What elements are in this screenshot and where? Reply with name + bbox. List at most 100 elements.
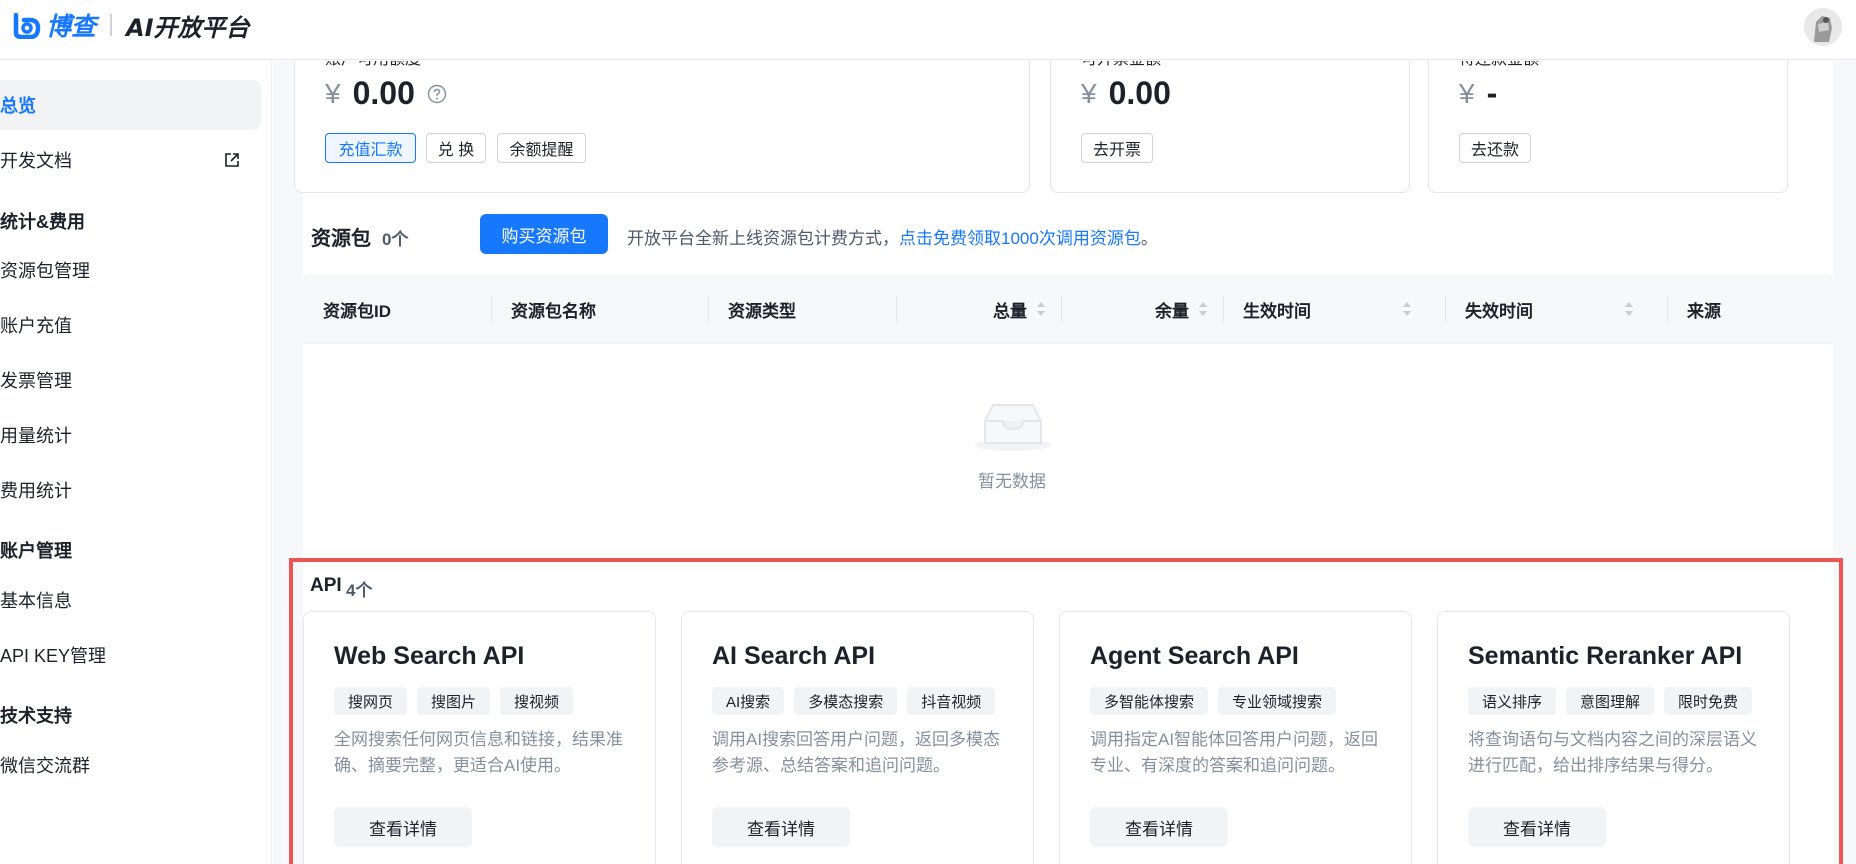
external-link-icon xyxy=(225,153,239,167)
api-tag: 抖音视频 xyxy=(907,687,996,715)
column-header-effective-time[interactable]: 生效时间 xyxy=(1243,274,1413,344)
sidebar-item-basic-info[interactable]: 基本信息 xyxy=(0,575,261,625)
resource-notice-end: 。 xyxy=(1140,229,1158,248)
view-details-button[interactable]: 查看详情 xyxy=(1090,807,1228,847)
api-tag: 意图理解 xyxy=(1566,687,1655,715)
redeem-button[interactable]: 兑 换 xyxy=(426,133,486,163)
api-card-tags: 语义排序 意图理解 限时免费 xyxy=(1468,687,1753,715)
repay-amount-card: 待还款金额 ¥ - 去还款 xyxy=(1428,61,1788,193)
resource-notice: 开放平台全新上线资源包计费方式，点击免费领取1000次调用资源包。 xyxy=(627,224,1158,249)
api-tag: 搜视频 xyxy=(500,687,574,715)
top-header: 博查 AI开放平台 xyxy=(0,0,1856,60)
api-card-tags: 多智能体搜索 专业领域搜索 xyxy=(1090,687,1337,715)
available-balance-label: 账户可用额度 xyxy=(325,61,421,69)
api-tag: 专业领域搜索 xyxy=(1218,687,1337,715)
resource-section-title: 资源包 xyxy=(311,228,371,250)
sidebar-item-overview[interactable]: 总览 xyxy=(0,80,261,130)
sidebar-item-recharge[interactable]: 账户充值 xyxy=(0,300,261,350)
column-divider xyxy=(1667,296,1668,322)
column-divider xyxy=(896,296,897,322)
sidebar-item-label: 发票管理 xyxy=(0,371,72,391)
help-icon[interactable] xyxy=(427,84,447,104)
column-header-expiry-time[interactable]: 失效时间 xyxy=(1465,274,1635,344)
api-card-agent-search[interactable]: Agent Search API 多智能体搜索 专业领域搜索 调用指定AI智能体… xyxy=(1059,611,1412,864)
view-details-button[interactable]: 查看详情 xyxy=(1468,807,1606,847)
sidebar-item-label: 微信交流群 xyxy=(0,756,90,776)
sidebar-item-usage-stats[interactable]: 用量统计 xyxy=(0,410,261,460)
repay-button[interactable]: 去还款 xyxy=(1459,133,1531,163)
empty-inbox-icon xyxy=(975,404,1051,451)
column-header-effective-label: 生效时间 xyxy=(1243,301,1311,321)
logo-divider xyxy=(110,14,113,36)
sidebar-group-account: 账户管理 xyxy=(0,541,72,561)
main-area: 账户可用额度 ¥ 0.00 充值汇款 兑 换 余额提醒 可开票金额 ¥ 0.00… xyxy=(273,61,1856,864)
sidebar-item-label: 用量统计 xyxy=(0,426,72,446)
api-card-title: AI Search API xyxy=(712,642,876,670)
column-divider xyxy=(1061,296,1062,322)
api-card-web-search[interactable]: Web Search API 搜网页 搜图片 搜视频 全网搜索任何网页信息和链接… xyxy=(303,611,656,864)
repay-amount-value: - xyxy=(1486,75,1498,111)
sidebar-item-label: 费用统计 xyxy=(0,481,72,501)
buy-resource-button[interactable]: 购买资源包 xyxy=(480,214,608,254)
api-card-tags: 搜网页 搜图片 搜视频 xyxy=(334,687,574,715)
column-divider xyxy=(1223,296,1224,322)
api-card-description: 将查询语句与文档内容之间的深层语义进行匹配，给出排序结果与得分。 xyxy=(1468,730,1757,775)
repay-amount-label: 待还款金额 xyxy=(1459,61,1539,69)
api-card-semantic-reranker[interactable]: Semantic Reranker API 语义排序 意图理解 限时免费 将查询… xyxy=(1437,611,1790,864)
recharge-button[interactable]: 充值汇款 xyxy=(325,133,416,163)
resource-table-header: 资源包ID 资源包名称 资源类型 总量 余量 生效时间 失效时间 来源 xyxy=(303,274,1833,344)
column-header-source: 来源 xyxy=(1687,301,1721,321)
available-balance-value: 0.00 xyxy=(352,75,415,111)
column-header-remaining[interactable]: 余量 xyxy=(1155,274,1209,344)
user-avatar-icon[interactable] xyxy=(1804,8,1842,46)
invoice-amount-label: 可开票金额 xyxy=(1081,61,1161,69)
column-header-total-label: 总量 xyxy=(993,301,1027,321)
api-tag: 搜网页 xyxy=(334,687,408,715)
api-tag: 多智能体搜索 xyxy=(1090,687,1209,715)
sort-icon xyxy=(1625,302,1633,316)
column-divider xyxy=(708,296,709,322)
currency-symbol: ¥ xyxy=(325,77,341,109)
column-divider xyxy=(1445,296,1446,322)
sidebar: 总览 开发文档 统计&费用 资源包管理 账户充值 发票管理 用量统计 费用统计 … xyxy=(0,60,272,864)
balance-alert-button[interactable]: 余额提醒 xyxy=(497,133,586,163)
column-header-total[interactable]: 总量 xyxy=(993,274,1047,344)
api-card-title: Agent Search API xyxy=(1090,642,1299,670)
sidebar-item-resource-mgmt[interactable]: 资源包管理 xyxy=(0,245,261,295)
avatar-image-icon xyxy=(1804,8,1842,46)
sidebar-item-label: 开发文档 xyxy=(0,151,72,171)
api-tag: AI搜索 xyxy=(712,687,785,715)
free-resource-link[interactable]: 点击免费领取1000次调用资源包 xyxy=(899,229,1141,248)
brand-logo[interactable]: 博查 AI开放平台 xyxy=(10,10,250,42)
api-tag: 限时免费 xyxy=(1664,687,1753,715)
sidebar-item-cost-stats[interactable]: 费用统计 xyxy=(0,465,261,515)
currency-symbol: ¥ xyxy=(1081,77,1097,109)
column-header-expiry-label: 失效时间 xyxy=(1465,301,1533,321)
api-tag: 语义排序 xyxy=(1468,687,1557,715)
issue-invoice-button[interactable]: 去开票 xyxy=(1081,133,1153,163)
api-card-description: 调用指定AI智能体回答用户问题，返回专业、有深度的答案和追问问题。 xyxy=(1090,730,1379,775)
api-card-ai-search[interactable]: AI Search API AI搜索 多模态搜索 抖音视频 调用AI搜索回答用户… xyxy=(681,611,1034,864)
column-header-id: 资源包ID xyxy=(323,301,391,321)
sort-icon xyxy=(1199,302,1207,316)
invoice-amount-value: 0.00 xyxy=(1108,75,1171,111)
api-card-title: Semantic Reranker API xyxy=(1468,642,1743,670)
view-details-button[interactable]: 查看详情 xyxy=(334,807,472,847)
platform-name: AI开放平台 xyxy=(126,13,250,42)
bocha-logo-icon xyxy=(13,12,41,39)
column-header-type: 资源类型 xyxy=(728,301,796,321)
sidebar-item-api-key[interactable]: API KEY管理 xyxy=(0,630,261,680)
sidebar-item-label: 资源包管理 xyxy=(0,261,90,281)
sort-icon xyxy=(1037,302,1045,316)
column-header-remaining-label: 余量 xyxy=(1155,301,1189,321)
sidebar-item-wechat[interactable]: 微信交流群 xyxy=(0,740,261,790)
view-details-button[interactable]: 查看详情 xyxy=(712,807,850,847)
empty-state-text: 暂无数据 xyxy=(978,472,1046,491)
sidebar-item-invoice[interactable]: 发票管理 xyxy=(0,355,261,405)
api-tag: 搜图片 xyxy=(417,687,491,715)
available-balance-amount: ¥ 0.00 xyxy=(325,75,447,112)
api-count: 4个 xyxy=(346,581,373,600)
sidebar-item-label: API KEY管理 xyxy=(0,646,107,666)
currency-symbol: ¥ xyxy=(1459,77,1475,109)
sidebar-item-dev-docs[interactable]: 开发文档 xyxy=(0,135,261,185)
